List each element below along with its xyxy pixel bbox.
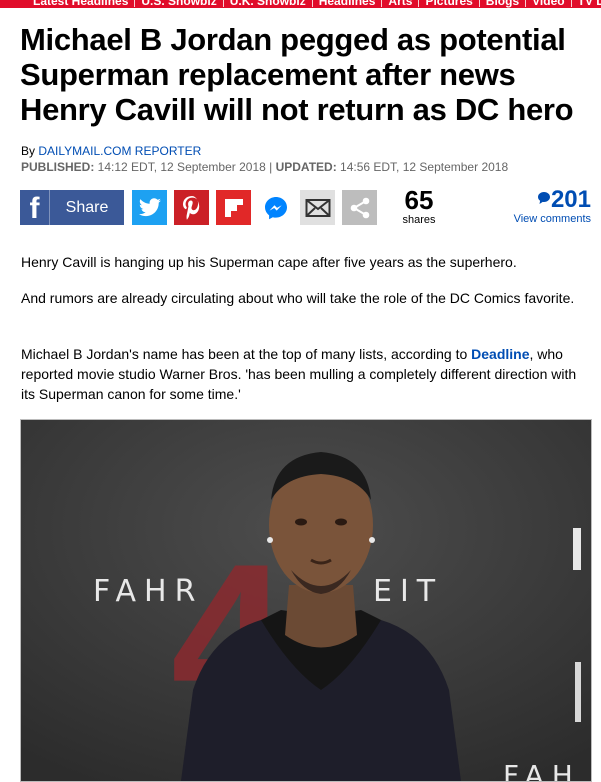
nav-item[interactable]: Latest Headlines [27, 0, 136, 7]
nav-item[interactable]: Headlines [313, 0, 383, 7]
envelope-icon [305, 198, 330, 217]
more-share-button[interactable] [342, 190, 377, 225]
paragraph-2: And rumors are already circulating about… [21, 290, 575, 306]
share-bar: f Share 65 shares 201 View comments [20, 186, 591, 230]
article-headline: Michael B Jordan pegged as potential Sup… [20, 22, 574, 127]
view-comments-label: View comments [513, 213, 591, 225]
comments-link[interactable]: 201 View comments [513, 187, 591, 226]
deadline-link[interactable]: Deadline [471, 346, 529, 362]
backdrop-text-bottom: FAH [503, 759, 581, 781]
nav-item[interactable]: Blogs [480, 0, 527, 7]
byline: By DAILYMAIL.COM REPORTER [21, 144, 201, 158]
comments-count-number: 201 [550, 186, 591, 213]
published-label: PUBLISHED: [21, 160, 95, 174]
flipboard-icon [224, 198, 243, 217]
author-link[interactable]: DAILYMAIL.COM REPORTER [38, 144, 201, 158]
article-dates: PUBLISHED: 14:12 EDT, 12 September 2018 … [21, 160, 508, 174]
paragraph-1: Henry Cavill is hanging up his Superman … [21, 254, 517, 270]
updated-label: UPDATED: [275, 160, 337, 174]
byline-prefix: By [21, 144, 39, 158]
share-count-label: shares [402, 214, 436, 226]
comments-count: 201 [514, 187, 591, 213]
twitter-icon [138, 197, 161, 216]
flipboard-share-button[interactable] [216, 190, 251, 225]
facebook-share-button[interactable]: f Share [20, 190, 124, 225]
messenger-share-button[interactable] [258, 190, 293, 225]
nav-item[interactable]: U.S. Showbiz [135, 0, 224, 7]
facebook-icon: f [20, 190, 50, 225]
share-count: 65 shares [396, 186, 442, 226]
backdrop-text-right: EIT [373, 574, 443, 609]
article-photo[interactable]: 4 FAHR EIT FAH [20, 419, 592, 782]
backdrop-text-left: FAHR [93, 574, 203, 609]
paragraph-3-text-a: Michael B Jordan's name has been at the … [21, 346, 472, 362]
share-count-number: 65 [404, 185, 434, 215]
pinterest-share-button[interactable] [174, 190, 209, 225]
published-value: 14:12 EDT, 12 September 2018 | [94, 160, 276, 174]
email-share-button[interactable] [300, 190, 335, 225]
nav-item[interactable]: Video [526, 0, 572, 7]
facebook-share-label: Share [65, 198, 109, 216]
paragraph-3: Michael B Jordan's name has been at the … [21, 344, 581, 404]
nav-item[interactable]: U.K. Showbiz [224, 0, 313, 7]
twitter-share-button[interactable] [132, 190, 167, 225]
comment-bubble-icon [537, 192, 550, 204]
share-nodes-icon [350, 197, 369, 218]
pinterest-icon [182, 195, 199, 220]
messenger-icon [264, 196, 287, 219]
nav-item[interactable]: Arts [382, 0, 420, 7]
nav-item[interactable]: Pictures [419, 0, 480, 7]
top-navigation-bar: Latest Headlines U.S. Showbiz U.K. Showbiz… [0, 0, 601, 8]
updated-value: 14:56 EDT, 12 September 2018 [336, 160, 509, 174]
nav-item[interactable]: TV Lis [572, 0, 601, 7]
